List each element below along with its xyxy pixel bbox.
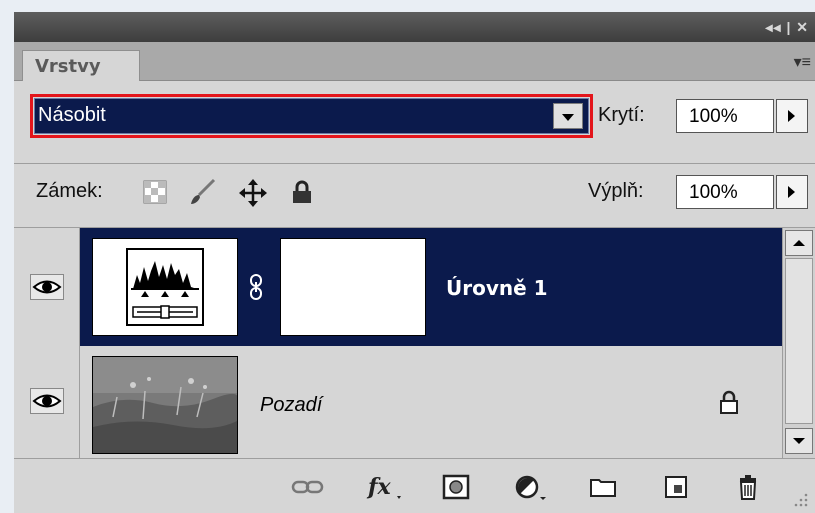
layers-footer-toolbar: fx (14, 458, 815, 513)
blend-mode-dropdown-button[interactable] (553, 103, 583, 129)
layer-name-levels[interactable]: Úrovně 1 (446, 276, 548, 300)
eye-icon[interactable] (30, 388, 64, 414)
collapse-close-controls[interactable]: ◂◂ | ✕ (766, 19, 809, 36)
panel-menu-icon[interactable]: ▾≡ (794, 52, 811, 72)
panel-titlebar: ◂◂ | ✕ (14, 12, 815, 42)
svg-text:fx: fx (366, 474, 391, 500)
tab-layers-label: Vrstvy (35, 56, 101, 77)
opacity-value: 100% (689, 106, 738, 127)
new-group-folder-icon[interactable] (588, 473, 618, 501)
fill-slider-button[interactable] (776, 175, 808, 209)
tab-layers[interactable]: Vrstvy (22, 50, 140, 81)
scroll-up-button[interactable] (785, 230, 813, 256)
add-layer-mask-icon[interactable] (442, 473, 470, 501)
layer-mask-link-icon[interactable] (248, 274, 264, 300)
tab-strip: Vrstvy ▾≡ (14, 42, 815, 81)
layer-locked-icon (720, 390, 738, 414)
lock-image-pixels-brush-icon[interactable] (188, 178, 216, 206)
scroll-down-button[interactable] (785, 428, 813, 454)
layer-style-fx-icon[interactable]: fx (366, 473, 406, 501)
background-image-thumbnail[interactable] (92, 356, 238, 454)
blend-mode-value: Násobit (38, 104, 106, 126)
link-layers-icon[interactable] (290, 473, 326, 501)
layer-row-background[interactable]: Pozadí (14, 346, 782, 458)
opacity-slider-button[interactable] (776, 99, 808, 133)
fill-value: 100% (689, 182, 738, 203)
resize-grip-icon[interactable] (790, 489, 810, 509)
lock-all-icon[interactable] (289, 179, 315, 205)
fill-label: Výplň: (588, 180, 644, 202)
lock-transparent-pixels-icon[interactable] (142, 179, 168, 205)
fill-input[interactable]: 100% (676, 175, 774, 209)
layer-mask-thumbnail[interactable] (280, 238, 426, 336)
layer-list-scrollbar[interactable] (782, 228, 815, 458)
new-adjustment-layer-icon[interactable] (514, 473, 548, 501)
visibility-cell (14, 228, 80, 346)
delete-layer-trash-icon[interactable] (734, 473, 762, 501)
divider (14, 163, 815, 164)
scroll-thumb[interactable] (785, 258, 813, 424)
layer-row-levels[interactable]: Úrovně 1 (14, 228, 782, 346)
lock-position-move-icon[interactable] (238, 178, 268, 208)
lock-label: Zámek: (36, 180, 103, 202)
opacity-label: Krytí: (598, 104, 645, 126)
visibility-cell (14, 346, 80, 458)
new-layer-icon[interactable] (662, 473, 690, 501)
layer-name-background[interactable]: Pozadí (260, 394, 322, 417)
levels-adjustment-thumbnail[interactable] (92, 238, 238, 336)
layer-list: Úrovně 1 Pozadí (14, 228, 782, 458)
layers-panel: ◂◂ | ✕ Vrstvy ▾≡ Násobit Krytí: 100% Zám… (14, 12, 815, 513)
eye-icon[interactable] (30, 274, 64, 300)
opacity-input[interactable]: 100% (676, 99, 774, 133)
blend-mode-select[interactable]: Násobit (34, 98, 589, 134)
